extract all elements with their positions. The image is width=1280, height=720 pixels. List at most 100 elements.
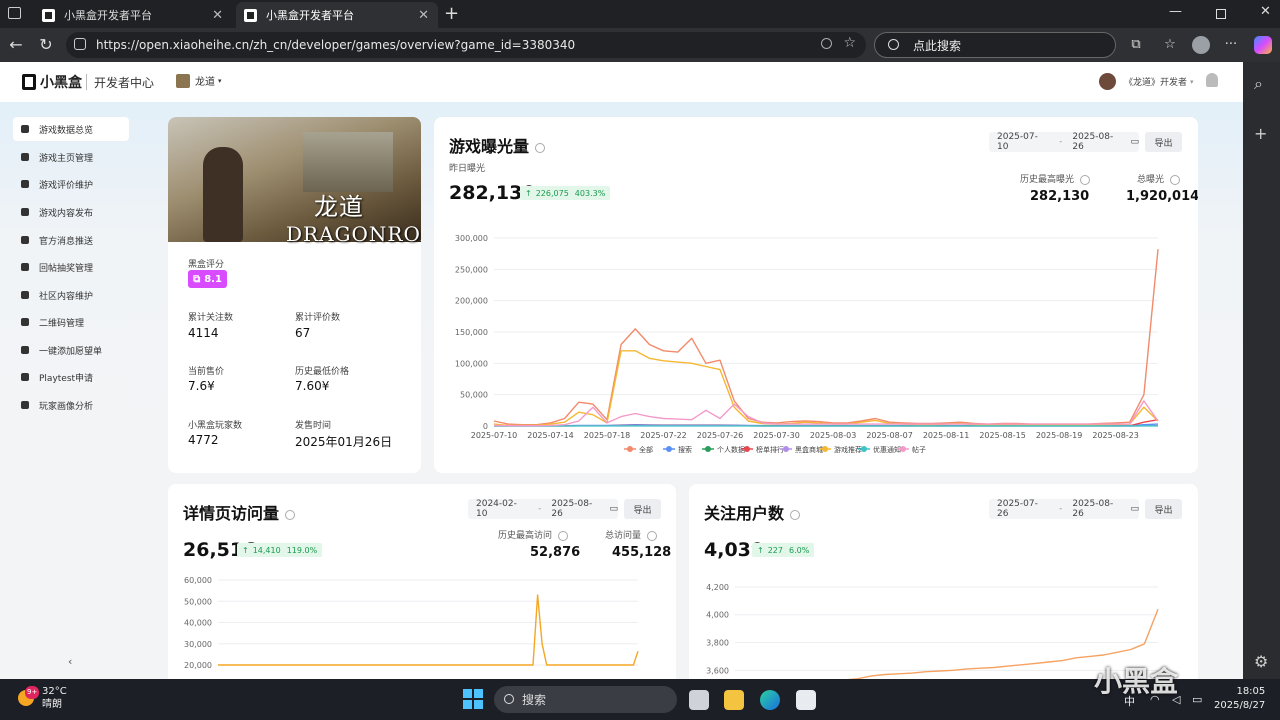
sidebar-item-playtest[interactable]: Playtest申请	[13, 365, 129, 389]
stat-value: 4772	[188, 433, 219, 447]
y-tick-label: 0	[483, 422, 488, 431]
page: 小黑盒 开发者中心 龙道 ▾ 《龙道》开发者 ▾ 游戏数据总览 游戏主页管理 游戏评…	[0, 62, 1243, 679]
favorites-icon[interactable]: ☆	[1162, 37, 1178, 53]
file-explorer-icon[interactable]	[724, 690, 744, 710]
stat-label: 小黑盒玩家数	[188, 421, 243, 431]
minimize-icon[interactable]: —	[1169, 4, 1182, 19]
profile-avatar[interactable]	[1192, 36, 1210, 54]
game-thumbnail	[176, 73, 190, 88]
x-tick-label: 2025-07-22	[640, 431, 687, 440]
y-tick-label: 3,600	[706, 666, 729, 675]
zoom-icon[interactable]	[821, 38, 832, 49]
favorite-star-icon[interactable]: ☆	[843, 35, 856, 51]
site-info-icon[interactable]	[74, 38, 86, 50]
x-tick-label: 2025-08-11	[923, 431, 970, 440]
stat-label: 历史最低价格	[295, 367, 350, 377]
x-tick-label: 2025-07-18	[584, 431, 631, 440]
y-tick-label: 40,000	[184, 619, 212, 628]
sidebar-item-messages[interactable]: 官方消息推送	[13, 228, 129, 252]
search-icon	[888, 39, 899, 50]
sidebar-item-qrcode[interactable]: 二维码管理	[13, 310, 129, 334]
collapse-sidebar-icon[interactable]: ‹	[68, 655, 72, 668]
legend-label: 帖子	[912, 445, 926, 454]
browser-tab-2[interactable]: 小黑盒开发者平台 ✕	[236, 2, 438, 28]
logo-text: 小黑盒	[40, 75, 82, 91]
sidebar-item-community[interactable]: 社区内容维护	[13, 283, 129, 307]
legend-label: 游戏推荐	[834, 445, 862, 454]
sidebar-item-publish[interactable]: 游戏内容发布	[13, 200, 129, 224]
sidebar-item-lottery[interactable]: 回帖抽奖管理	[13, 255, 129, 279]
close-tab-icon[interactable]: ✕	[418, 8, 429, 23]
wrench-icon	[21, 373, 29, 381]
qrcode-icon	[21, 318, 29, 326]
browser-tab-1[interactable]: 小黑盒开发者平台 ✕	[34, 2, 232, 28]
site-logo[interactable]: 小黑盒	[22, 72, 82, 92]
user-menu[interactable]: 《龙道》开发者 ▾	[1099, 73, 1194, 90]
legend-marker	[744, 446, 750, 452]
browser-side-panel: ⌕ + ⚙	[1243, 62, 1280, 679]
settings-gear-icon[interactable]: ⚙	[1254, 652, 1268, 671]
notepad-icon[interactable]	[796, 690, 816, 710]
stat-label: 发售时间	[295, 421, 332, 431]
rating-icon: ⧉	[193, 273, 201, 285]
url-input[interactable]: https://open.xiaoheihe.cn/zh_cn/develope…	[66, 32, 866, 58]
notification-bell-icon[interactable]	[1206, 73, 1218, 87]
legend-label: 优惠通知	[873, 445, 901, 454]
sidebar-item-label: 一键添加愿望单	[39, 346, 103, 357]
avatar	[1099, 73, 1116, 90]
legend-marker	[822, 446, 828, 452]
weather-widget[interactable]: 9+ 32°C 晴朗	[18, 685, 67, 711]
start-button-icon[interactable]	[463, 689, 483, 709]
search-icon[interactable]: ⌕	[1254, 74, 1263, 94]
cover-title-en: DRAGONROAD	[286, 222, 421, 246]
refresh-icon[interactable]: ↻	[36, 35, 56, 54]
rating-value: 8.1	[204, 273, 222, 285]
sidebar-item-label: 游戏评价维护	[39, 180, 94, 191]
browser-tab-bar: 小黑盒开发者平台 ✕ 小黑盒开发者平台 ✕ + — ✕	[0, 0, 1280, 28]
y-tick-label: 20,000	[184, 661, 212, 670]
back-icon[interactable]: ←	[6, 35, 26, 54]
rating-label: 黑盒评分	[188, 260, 225, 270]
more-icon[interactable]: ···	[1223, 37, 1239, 53]
browser-search-input[interactable]: 点此搜索	[874, 32, 1116, 58]
task-view-icon[interactable]	[689, 690, 709, 710]
new-tab-icon[interactable]: +	[444, 3, 459, 24]
system-clock[interactable]: 18:05 2025/8/27	[1214, 685, 1265, 713]
sidebar-item-persona[interactable]: 玩家画像分析	[13, 393, 129, 417]
stat-label: 累计评价数	[295, 313, 341, 323]
visits-card: 详情页访问量 2024-02-10 - 2025-08-26 ▭ 导出 26,5…	[168, 484, 676, 679]
game-selector[interactable]: 龙道 ▾	[176, 73, 222, 88]
caret-down-icon: ▾	[1190, 77, 1194, 86]
x-tick-label: 2025-08-15	[979, 431, 1025, 440]
x-tick-label: 2025-07-10	[471, 431, 518, 440]
stat-value: 7.60¥	[295, 379, 330, 393]
close-window-icon[interactable]: ✕	[1260, 4, 1271, 19]
weather-sun-icon: 9+	[18, 686, 40, 706]
maximize-icon[interactable]	[1216, 9, 1226, 19]
tab-title: 小黑盒开发者平台	[64, 9, 152, 22]
window-menu-icon[interactable]	[8, 7, 21, 19]
taskbar-search[interactable]: 搜索	[494, 686, 677, 713]
legend-marker	[900, 446, 906, 452]
add-icon[interactable]: +	[1254, 124, 1267, 143]
x-tick-label: 2025-07-30	[753, 431, 800, 440]
legend-label: 全部	[639, 445, 653, 454]
watermark-text: 小黑盒	[1094, 665, 1179, 698]
edge-browser-icon[interactable]	[760, 690, 780, 710]
extensions-icon[interactable]: ⧉	[1128, 37, 1144, 53]
close-tab-icon[interactable]: ✕	[212, 8, 223, 23]
sidebar-item-wishlist[interactable]: 一键添加愿望单	[13, 338, 129, 362]
sidebar-item-label: 游戏内容发布	[39, 208, 94, 219]
stat-value: 67	[295, 326, 311, 340]
copilot-icon[interactable]	[1254, 36, 1272, 54]
game-cover-image: 龙道DRAGONROAD	[168, 117, 421, 246]
cover-title: 龙道DRAGONROAD	[286, 187, 421, 246]
sidebar-item-overview[interactable]: 游戏数据总览	[13, 117, 129, 141]
sidebar-item-reviews[interactable]: 游戏评价维护	[13, 172, 129, 196]
developer-center-label: 开发者中心	[94, 76, 155, 90]
stat-value: 2025年01月26日	[295, 435, 393, 449]
battery-icon[interactable]: ▭	[1192, 693, 1202, 706]
sidebar-item-label: 二维码管理	[39, 318, 85, 329]
sidebar-item-homepage[interactable]: 游戏主页管理	[13, 145, 129, 169]
y-tick-label: 50,000	[460, 391, 488, 400]
